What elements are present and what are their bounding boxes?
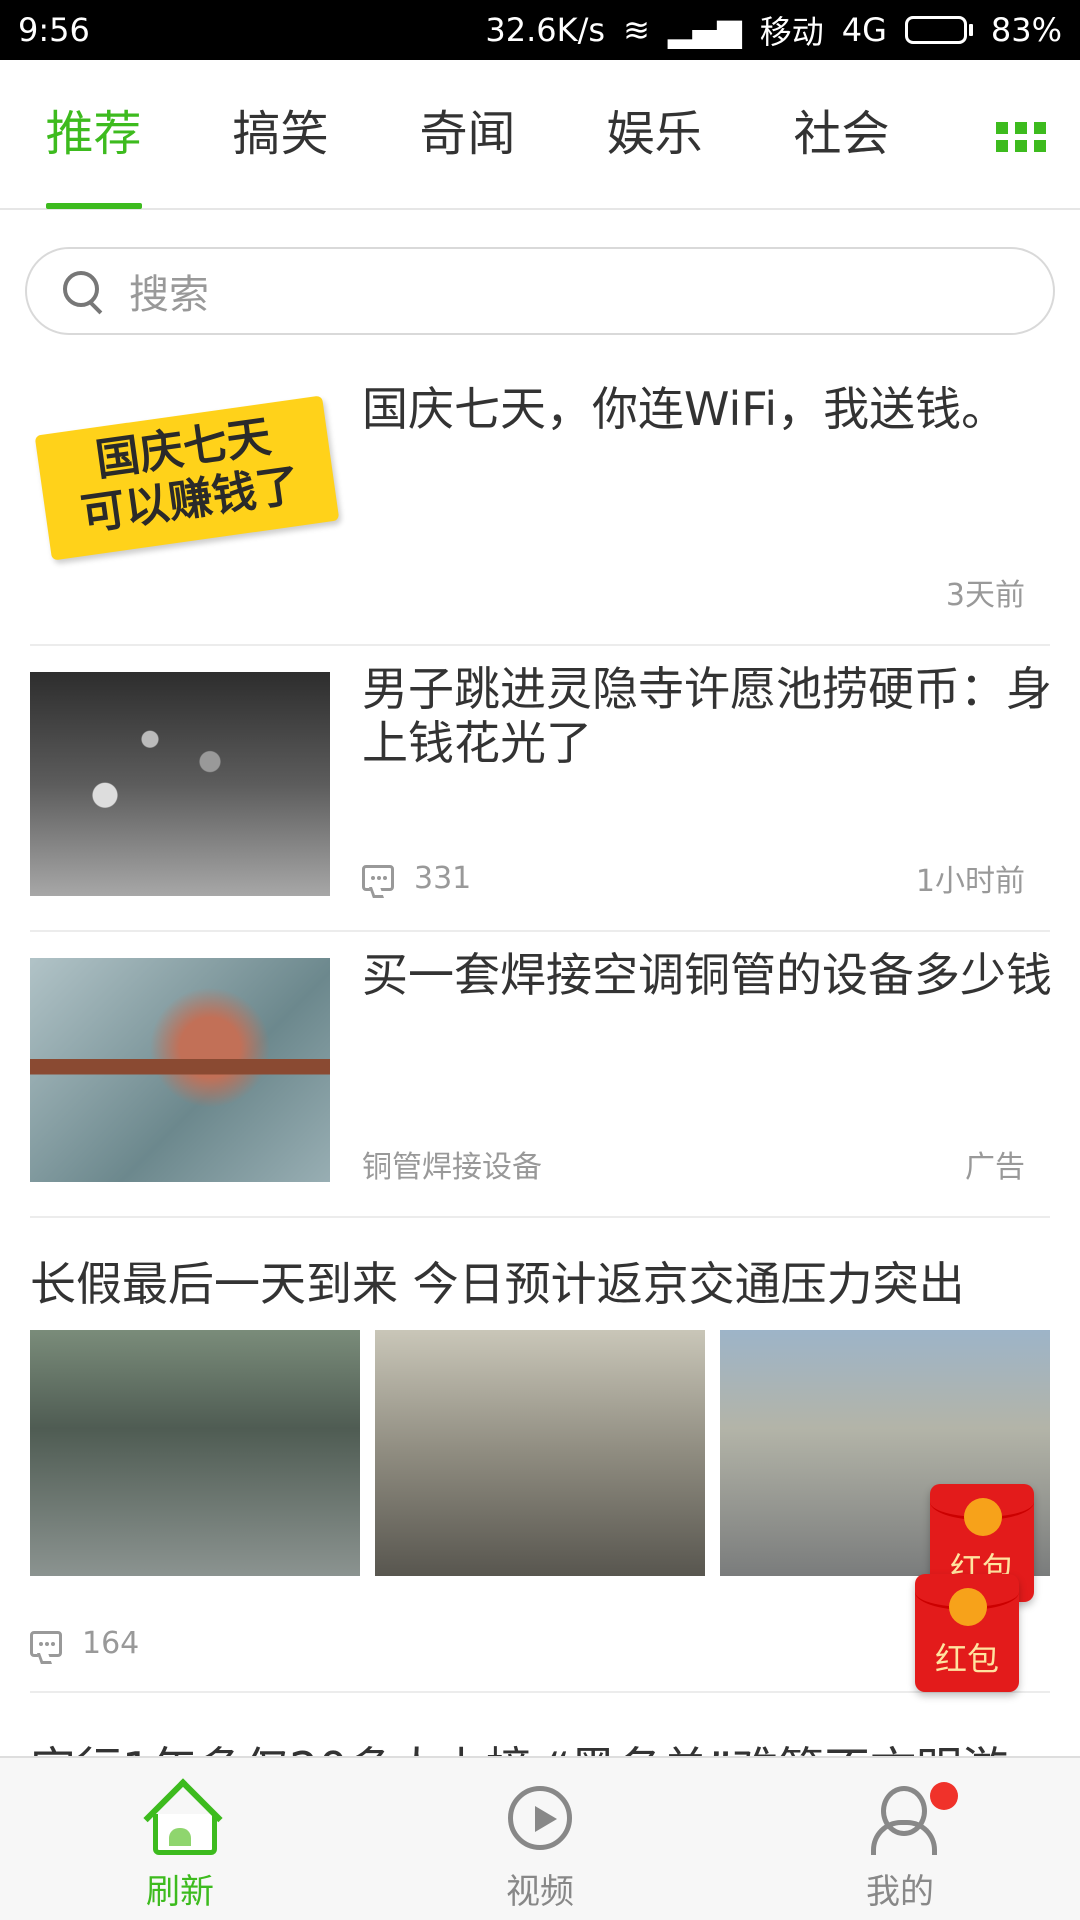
article-meta: 3天前	[362, 570, 1025, 614]
article-meta: 铜管焊接设备 广告	[362, 1142, 1025, 1186]
notification-dot	[930, 1782, 958, 1810]
signal-icon: ▂▄▆	[667, 11, 742, 49]
network-type: 4G	[841, 11, 887, 49]
search-icon	[63, 271, 103, 311]
tab-entertainment[interactable]: 娱乐	[561, 59, 748, 209]
red-packet-button[interactable]: 红包	[915, 1574, 1019, 1692]
article-image	[375, 1330, 705, 1576]
article-meta: 164	[30, 1626, 1025, 1661]
article-image	[30, 1330, 360, 1576]
article-time: 1小时前	[915, 864, 1025, 899]
nav-me[interactable]: 我的	[720, 1758, 1080, 1920]
status-right: 32.6K/s ≋ ▂▄▆ 移动 4G 83%	[485, 7, 1062, 53]
nav-label: 我的	[866, 1872, 934, 1912]
search-input[interactable]: 搜索	[25, 247, 1055, 335]
carrier-name: 移动	[759, 13, 824, 51]
user-icon	[865, 1786, 937, 1855]
tab-society[interactable]: 社会	[748, 59, 935, 209]
comment-count: 331	[414, 860, 472, 896]
nav-label: 刷新	[146, 1872, 214, 1912]
ad-source: 铜管焊接设备	[362, 1150, 542, 1185]
home-icon	[145, 1786, 217, 1855]
channel-grid-icon[interactable]	[996, 122, 1046, 152]
comment-icon	[30, 1630, 62, 1657]
article-meta: 331 1小时前	[362, 856, 1025, 900]
list-item[interactable]: 长假最后一天到来 今日预计返京交通压力突出 164	[30, 1218, 1050, 1693]
article-images	[30, 1330, 1050, 1576]
status-time: 9:56	[18, 11, 90, 49]
wifi-icon: ≋	[623, 11, 650, 49]
nav-label: 视频	[506, 1872, 574, 1912]
screen: 9:56 32.6K/s ≋ ▂▄▆ 移动 4G 83% 推荐 搞笑 奇闻 娱乐…	[0, 0, 1080, 1920]
network-speed: 32.6K/s	[485, 11, 606, 49]
article-title: 男子跳进灵隐寺许愿池捞硬币：身上钱花光了	[362, 662, 1052, 770]
play-icon	[508, 1786, 572, 1850]
nav-refresh[interactable]: 刷新	[0, 1758, 360, 1920]
list-item[interactable]: 男子跳进灵隐寺许愿池捞硬币：身上钱花光了 331 1小时前	[30, 646, 1052, 932]
article-title: 长假最后一天到来 今日预计返京交通压力突出	[30, 1257, 965, 1311]
ad-thumbnail	[30, 958, 330, 1182]
comment-count: 164	[82, 1626, 140, 1661]
ad-item[interactable]: 买一套焊接空调铜管的设备多少钱 铜管焊接设备 广告	[30, 932, 1052, 1218]
ad-badge: 广告	[965, 1150, 1025, 1185]
article-title: 国庆七天，你连WiFi，我送钱。	[362, 382, 1008, 436]
category-tabs: 推荐 搞笑 奇闻 娱乐 社会	[0, 60, 1080, 210]
article-time: 3天前	[945, 578, 1025, 613]
tab-recommend[interactable]: 推荐	[0, 59, 187, 209]
promo-image: 国庆七天 可以赚钱了	[34, 395, 340, 561]
tab-funny[interactable]: 搞笑	[187, 59, 374, 209]
red-packet-label: 红包	[934, 1640, 999, 1678]
bottom-nav: 刷新 视频 我的	[0, 1756, 1080, 1920]
nav-video[interactable]: 视频	[360, 1758, 720, 1920]
list-item[interactable]: 国庆七天 可以赚钱了 国庆七天，你连WiFi，我送钱。 3天前	[30, 360, 1050, 646]
status-bar: 9:56 32.6K/s ≋ ▂▄▆ 移动 4G 83%	[0, 0, 1080, 60]
comment-icon	[362, 865, 394, 891]
article-thumbnail	[30, 672, 330, 896]
battery-percent: 83%	[990, 11, 1062, 49]
search-placeholder: 搜索	[129, 272, 209, 318]
battery-icon	[904, 16, 973, 44]
ad-title: 买一套焊接空调铜管的设备多少钱	[362, 948, 1052, 1002]
tab-oddities[interactable]: 奇闻	[374, 59, 561, 209]
